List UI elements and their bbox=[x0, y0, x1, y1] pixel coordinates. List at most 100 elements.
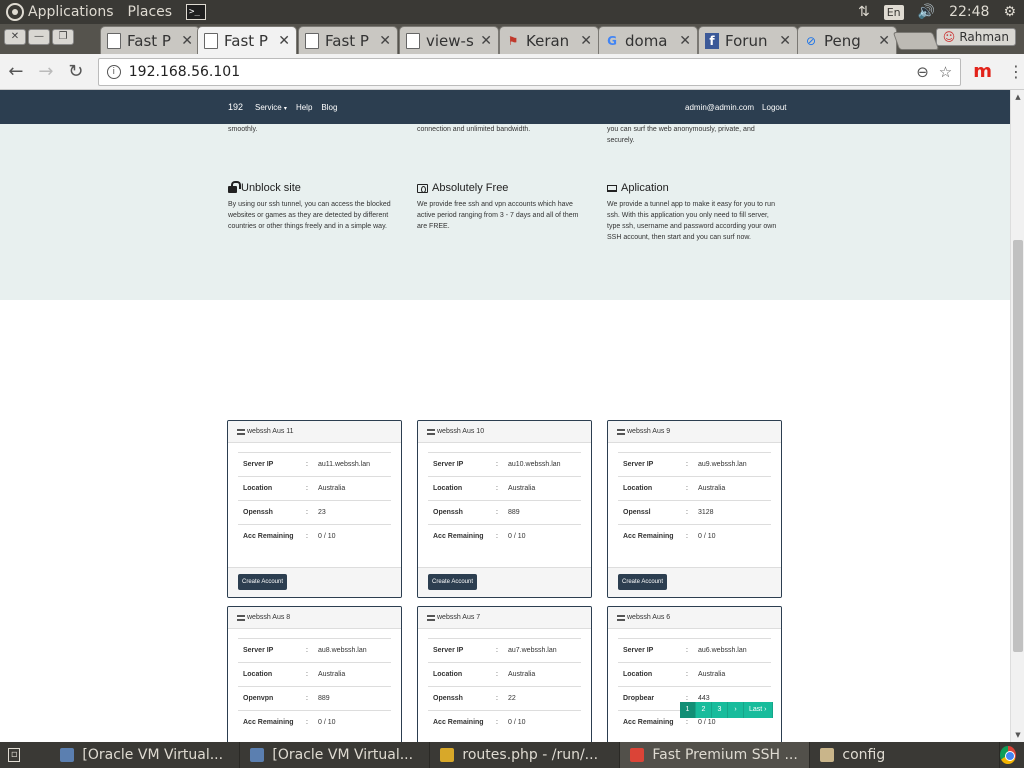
back-button[interactable]: ← bbox=[2, 58, 30, 86]
taskbar-window-button[interactable]: [Oracle VM Virtual... bbox=[50, 742, 241, 768]
server-card-header: webssh Aus 6 bbox=[608, 607, 781, 629]
tab-close-icon[interactable]: ✕ bbox=[878, 33, 890, 49]
nav-service-dropdown[interactable]: Service ▾ bbox=[255, 103, 287, 112]
browser-tab[interactable]: view-s ✕ bbox=[399, 26, 499, 54]
page-link[interactable]: 2 bbox=[696, 702, 712, 718]
keyboard-layout-indicator[interactable]: En bbox=[883, 4, 904, 20]
close-window-button[interactable]: ✕ bbox=[4, 29, 26, 45]
terminal-icon[interactable]: >_ bbox=[186, 4, 207, 20]
tab-close-icon[interactable]: ✕ bbox=[278, 33, 290, 49]
create-account-button[interactable]: Create Account bbox=[238, 574, 288, 590]
server-name: webssh Aus 11 bbox=[247, 428, 294, 435]
server-info-key: Location bbox=[433, 485, 463, 492]
tab-close-icon[interactable]: ✕ bbox=[480, 33, 492, 49]
server-info-value: 0 / 10 bbox=[318, 719, 336, 726]
server-info-separator: : bbox=[306, 533, 308, 540]
create-account-button[interactable]: Create Account bbox=[428, 574, 478, 590]
server-list-section: webssh Aus 11 Server IP: au11.webssh.lan Lo… bbox=[0, 300, 1010, 742]
user-email-link[interactable]: admin@admin.com bbox=[685, 103, 754, 112]
tab-title: doma bbox=[625, 31, 668, 50]
feature-free: Absolutely Free We provide free ssh and … bbox=[417, 182, 587, 232]
server-info-separator: : bbox=[496, 485, 498, 492]
browser-tab[interactable]: Fast P ✕ bbox=[100, 26, 200, 54]
server-info-key: Server IP bbox=[243, 647, 274, 654]
server-info-row: Server IP: au7.webssh.lan bbox=[428, 638, 581, 662]
clock[interactable]: 22:48 bbox=[949, 4, 989, 20]
applications-menu[interactable]: Applications bbox=[28, 4, 114, 20]
taskbar-window-button[interactable]: routes.php - /run/... bbox=[430, 742, 621, 768]
server-info-row: Openvpn: 889 bbox=[238, 686, 391, 710]
taskbar-window-button[interactable]: config bbox=[810, 742, 1001, 768]
browser-tab[interactable]: Fast P ✕ bbox=[197, 26, 297, 54]
maximize-window-button[interactable]: ❐ bbox=[52, 29, 74, 45]
features-section: smoothly. connection and unlimited bandw… bbox=[0, 124, 1010, 300]
server-info-row: Server IP: au11.webssh.lan bbox=[238, 452, 391, 476]
new-tab-button[interactable] bbox=[892, 32, 940, 50]
server-name: webssh Aus 9 bbox=[627, 428, 671, 435]
google-icon: G bbox=[607, 33, 617, 48]
browser-tab-strip: ✕ — ❐ Fast P ✕ Fast P ✕ Fast P ✕ view-s ✕ ⚑ Keran… bbox=[0, 24, 1024, 54]
nav-blog-link[interactable]: Blog bbox=[321, 103, 337, 112]
server-card-header: webssh Aus 9 bbox=[608, 421, 781, 443]
browser-tab[interactable]: Fast P ✕ bbox=[298, 26, 398, 54]
page-link[interactable]: Last › bbox=[744, 702, 773, 718]
feature-text: We provide a tunnel app to make it easy … bbox=[607, 201, 777, 241]
site-brand-link[interactable]: 192 bbox=[228, 102, 243, 112]
forward-button[interactable]: → bbox=[32, 58, 60, 86]
nav-help-link[interactable]: Help bbox=[296, 103, 312, 112]
bookmark-star-icon[interactable]: ☆ bbox=[939, 63, 952, 81]
logout-link[interactable]: Logout bbox=[762, 103, 786, 112]
scroll-up-icon[interactable]: ▲ bbox=[1011, 90, 1024, 104]
tab-title: view-s bbox=[426, 31, 474, 50]
server-info-value: 889 bbox=[508, 509, 520, 516]
extension-m-icon[interactable]: m bbox=[973, 61, 992, 82]
tab-title: Fast P bbox=[224, 31, 268, 50]
page-link[interactable]: 3 bbox=[712, 702, 728, 718]
network-icon[interactable]: ⇅ bbox=[858, 4, 870, 20]
create-account-button[interactable]: Create Account bbox=[618, 574, 668, 590]
tab-close-icon[interactable]: ✕ bbox=[379, 33, 391, 49]
taskbar-window-button[interactable]: Fast Premium SSH ... bbox=[620, 742, 811, 768]
volume-icon[interactable]: 🔊 bbox=[918, 4, 935, 20]
address-bar[interactable]: i 192.168.56.101 ⊖ ☆ bbox=[97, 57, 962, 86]
tab-close-icon[interactable]: ✕ bbox=[580, 33, 592, 49]
reload-button[interactable]: ↻ bbox=[62, 58, 90, 86]
scroll-down-icon[interactable]: ▼ bbox=[1011, 728, 1024, 742]
browser-menu-icon[interactable]: ⋮ bbox=[1008, 62, 1024, 81]
ubuntu-logo-icon[interactable] bbox=[6, 3, 24, 21]
taskbar-window-button[interactable]: [Oracle VM Virtual... bbox=[240, 742, 431, 768]
site-info-icon[interactable]: i bbox=[106, 64, 121, 79]
browser-tab[interactable]: ⊘ Peng ✕ bbox=[797, 26, 897, 54]
url-text[interactable]: 192.168.56.101 bbox=[129, 64, 906, 80]
money-icon bbox=[417, 183, 428, 193]
document-icon bbox=[406, 32, 420, 49]
page-link[interactable]: › bbox=[728, 702, 744, 718]
feature-application: Aplication We provide a tunnel app to ma… bbox=[607, 182, 777, 243]
server-info-value: Australia bbox=[698, 671, 726, 678]
profile-button[interactable]: ☺ Rahman bbox=[935, 28, 1016, 46]
places-menu[interactable]: Places bbox=[128, 4, 173, 20]
document-icon bbox=[204, 32, 218, 49]
server-info-separator: : bbox=[306, 671, 308, 678]
browser-tab[interactable]: f Forun ✕ bbox=[698, 26, 798, 54]
flag-icon: ⚑ bbox=[507, 33, 519, 48]
server-info-separator: : bbox=[496, 695, 498, 702]
minimize-window-button[interactable]: — bbox=[28, 29, 50, 45]
server-info-value: 0 / 10 bbox=[698, 719, 716, 726]
show-desktop-icon[interactable]: ▫ bbox=[8, 748, 21, 762]
settings-gear-icon[interactable]: ⚙ bbox=[1003, 4, 1016, 20]
server-info-value: 0 / 10 bbox=[318, 533, 336, 540]
tab-close-icon[interactable]: ✕ bbox=[181, 33, 193, 49]
page-scrollbar[interactable]: ▲ ▼ bbox=[1010, 90, 1024, 742]
server-info-value: 0 / 10 bbox=[508, 719, 526, 726]
server-info-key: Acc Remaining bbox=[623, 533, 674, 540]
chrome-tray-icon[interactable] bbox=[1000, 746, 1016, 764]
tab-close-icon[interactable]: ✕ bbox=[679, 33, 691, 49]
tab-close-icon[interactable]: ✕ bbox=[779, 33, 791, 49]
server-info-separator: : bbox=[686, 533, 688, 540]
page-current[interactable]: 1 bbox=[680, 702, 696, 718]
browser-tab[interactable]: ⚑ Keran ✕ bbox=[499, 26, 599, 54]
browser-tab[interactable]: Gdoma ✕ bbox=[598, 26, 698, 54]
scrollbar-thumb[interactable] bbox=[1013, 240, 1023, 652]
zoom-icon[interactable]: ⊖ bbox=[916, 63, 929, 81]
